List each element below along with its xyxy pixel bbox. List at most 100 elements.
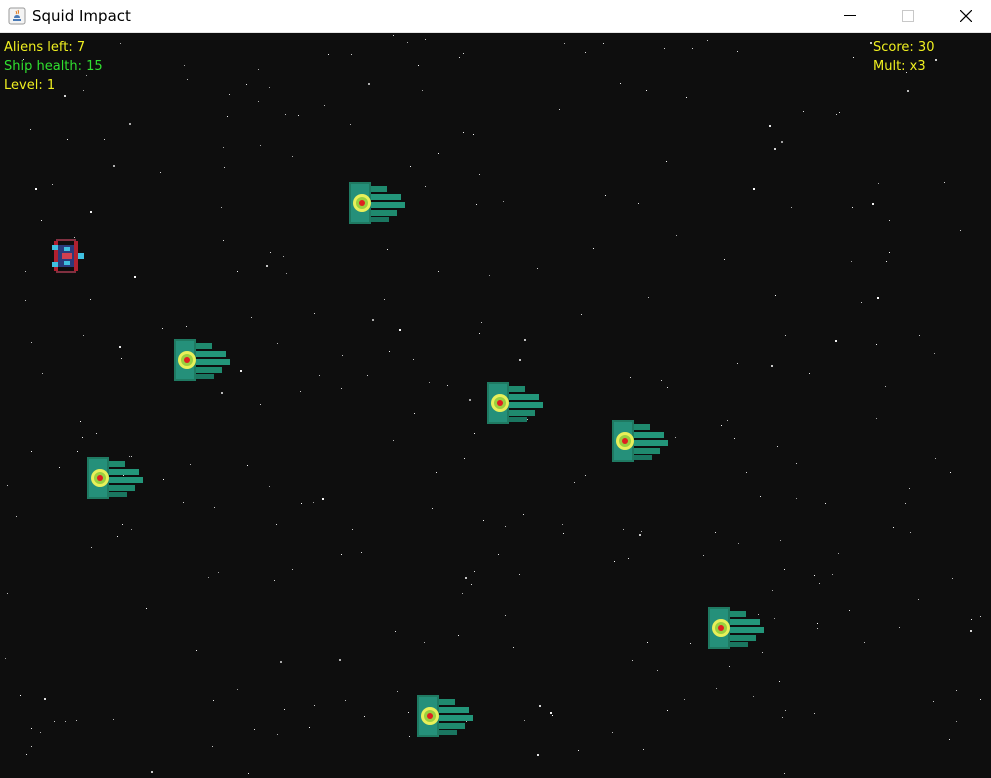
star (878, 183, 879, 184)
star (524, 720, 525, 721)
star (462, 593, 463, 594)
star (341, 388, 342, 389)
star (254, 729, 255, 730)
star (227, 116, 228, 117)
star (183, 502, 184, 503)
star (410, 166, 411, 167)
star (646, 90, 647, 91)
star (956, 690, 957, 691)
star (692, 48, 693, 49)
star (638, 203, 639, 204)
star (339, 659, 341, 661)
star (481, 322, 482, 323)
star (578, 750, 579, 751)
star (237, 689, 238, 690)
star (893, 527, 894, 528)
window-title: Squid Impact (32, 7, 131, 25)
star (980, 616, 981, 617)
star (716, 688, 717, 689)
star (399, 329, 401, 331)
star (760, 496, 761, 497)
star (849, 610, 850, 611)
star (729, 666, 730, 667)
star (524, 339, 525, 340)
star (464, 458, 465, 459)
star (309, 727, 310, 728)
star (876, 418, 877, 419)
star (661, 380, 662, 381)
star (44, 698, 46, 700)
star (676, 235, 677, 236)
alien-squid (487, 382, 543, 424)
alien-sprite (349, 182, 405, 224)
star (190, 464, 191, 465)
close-button[interactable] (943, 0, 989, 32)
star (474, 571, 475, 572)
star (270, 252, 271, 253)
star (832, 574, 833, 575)
star (784, 569, 785, 570)
star (935, 458, 936, 459)
star (218, 572, 219, 573)
star (944, 182, 945, 183)
star (91, 547, 92, 548)
star (471, 584, 472, 585)
star (817, 623, 818, 624)
star (630, 377, 631, 378)
star (814, 713, 815, 714)
star (223, 240, 224, 241)
maximize-button[interactable] (885, 0, 931, 32)
star (266, 265, 268, 267)
star (853, 57, 854, 58)
star (16, 516, 17, 517)
star (469, 399, 471, 401)
star (667, 387, 668, 388)
star (122, 524, 123, 525)
star (796, 498, 797, 499)
star (67, 139, 68, 140)
star (949, 739, 950, 740)
star (408, 712, 409, 713)
star (476, 204, 477, 205)
star (372, 319, 374, 321)
star (479, 333, 480, 334)
star (537, 268, 538, 269)
level-text: Level: 1 (4, 78, 56, 93)
star (59, 467, 60, 468)
star (715, 532, 716, 533)
star (31, 728, 32, 729)
close-icon (960, 10, 972, 22)
star (614, 561, 615, 562)
star (134, 276, 136, 278)
minimize-button[interactable] (827, 0, 873, 32)
title-bar[interactable]: Squid Impact (0, 0, 991, 33)
star (737, 51, 738, 52)
star (324, 105, 325, 106)
star (552, 715, 553, 716)
alien-squid (612, 420, 668, 462)
alien-squid (349, 182, 405, 224)
alien-sprite (87, 457, 143, 499)
alien-squid (417, 695, 473, 737)
star (314, 313, 315, 314)
star (269, 486, 270, 487)
star (643, 749, 644, 750)
star (31, 342, 32, 343)
star (737, 363, 738, 364)
star (52, 184, 53, 185)
star (300, 391, 301, 392)
star (870, 42, 872, 44)
game-canvas[interactable]: Aliens left: 7 Ship health: 15 Level: 1 … (0, 33, 991, 778)
star (675, 437, 676, 438)
star (350, 124, 351, 125)
hud-right: Score: 30 Mult: x3 (873, 38, 934, 76)
star (952, 578, 953, 579)
star (186, 326, 187, 327)
star (64, 95, 66, 97)
star (41, 220, 42, 221)
star (707, 40, 708, 41)
star (422, 90, 423, 91)
star (593, 248, 594, 249)
star (980, 699, 981, 700)
star (463, 53, 464, 54)
